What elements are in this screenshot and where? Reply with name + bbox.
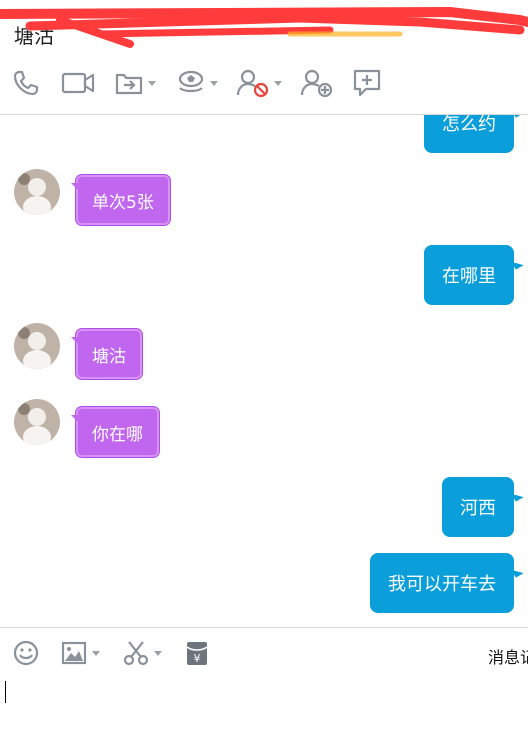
message-bubble-outgoing[interactable]: 河西 (442, 477, 514, 537)
add-contact-icon[interactable] (300, 68, 334, 98)
contact-avatar[interactable] (14, 399, 60, 445)
message-input[interactable] (0, 678, 528, 738)
message-bubble-outgoing[interactable]: 在哪里 (424, 245, 514, 305)
text-cursor (5, 681, 6, 703)
share-screen-icon[interactable] (114, 68, 156, 98)
message-bubble-outgoing[interactable]: 我可以开车去 (370, 553, 514, 613)
image-caret-icon[interactable] (92, 650, 100, 656)
contact-avatar[interactable] (14, 169, 60, 215)
scissors-caret-icon[interactable] (154, 650, 162, 656)
block-contact-caret-icon[interactable] (274, 80, 282, 86)
red-packet-icon[interactable]: ¥ (184, 638, 210, 668)
phone-icon[interactable] (12, 68, 40, 98)
share-screen-caret-icon[interactable] (148, 80, 156, 86)
message-history-link[interactable]: 消息记录 (488, 644, 528, 668)
block-contact-icon[interactable] (236, 68, 282, 98)
message-text: 怎么约 (442, 115, 496, 135)
message-bubble-incoming[interactable]: 你在哪 (71, 407, 159, 457)
message-text: 在哪里 (442, 266, 496, 287)
message-text: 塘沽 (92, 346, 126, 367)
contact-avatar[interactable] (14, 323, 60, 369)
remote-assist-icon[interactable] (176, 68, 218, 98)
emoji-icon[interactable] (12, 638, 40, 668)
message-bubble-incoming[interactable]: 塘沽 (71, 329, 142, 379)
scissors-icon[interactable] (122, 638, 162, 668)
video-icon[interactable] (60, 68, 96, 98)
report-icon[interactable] (352, 68, 382, 98)
message-text: 我可以开车去 (388, 574, 496, 595)
message-list[interactable]: 怎么约 单次5张 在哪里 塘沽 你在哪 河西 我可以开车去 (0, 115, 528, 627)
redaction-scribble (0, 6, 528, 48)
message-text: 河西 (460, 498, 496, 519)
message-bubble-incoming[interactable]: 单次5张 (71, 175, 170, 225)
chat-toolbar (0, 58, 528, 110)
message-text: 单次5张 (92, 192, 154, 213)
input-toolbar: ¥ 消息记录 (0, 628, 528, 678)
message-text: 你在哪 (92, 424, 143, 445)
svg-text:¥: ¥ (194, 652, 201, 665)
chat-header: 塘沽 (0, 0, 528, 58)
remote-assist-caret-icon[interactable] (210, 80, 218, 86)
image-icon[interactable] (60, 638, 100, 668)
message-bubble-outgoing[interactable]: 怎么约 (424, 115, 514, 153)
